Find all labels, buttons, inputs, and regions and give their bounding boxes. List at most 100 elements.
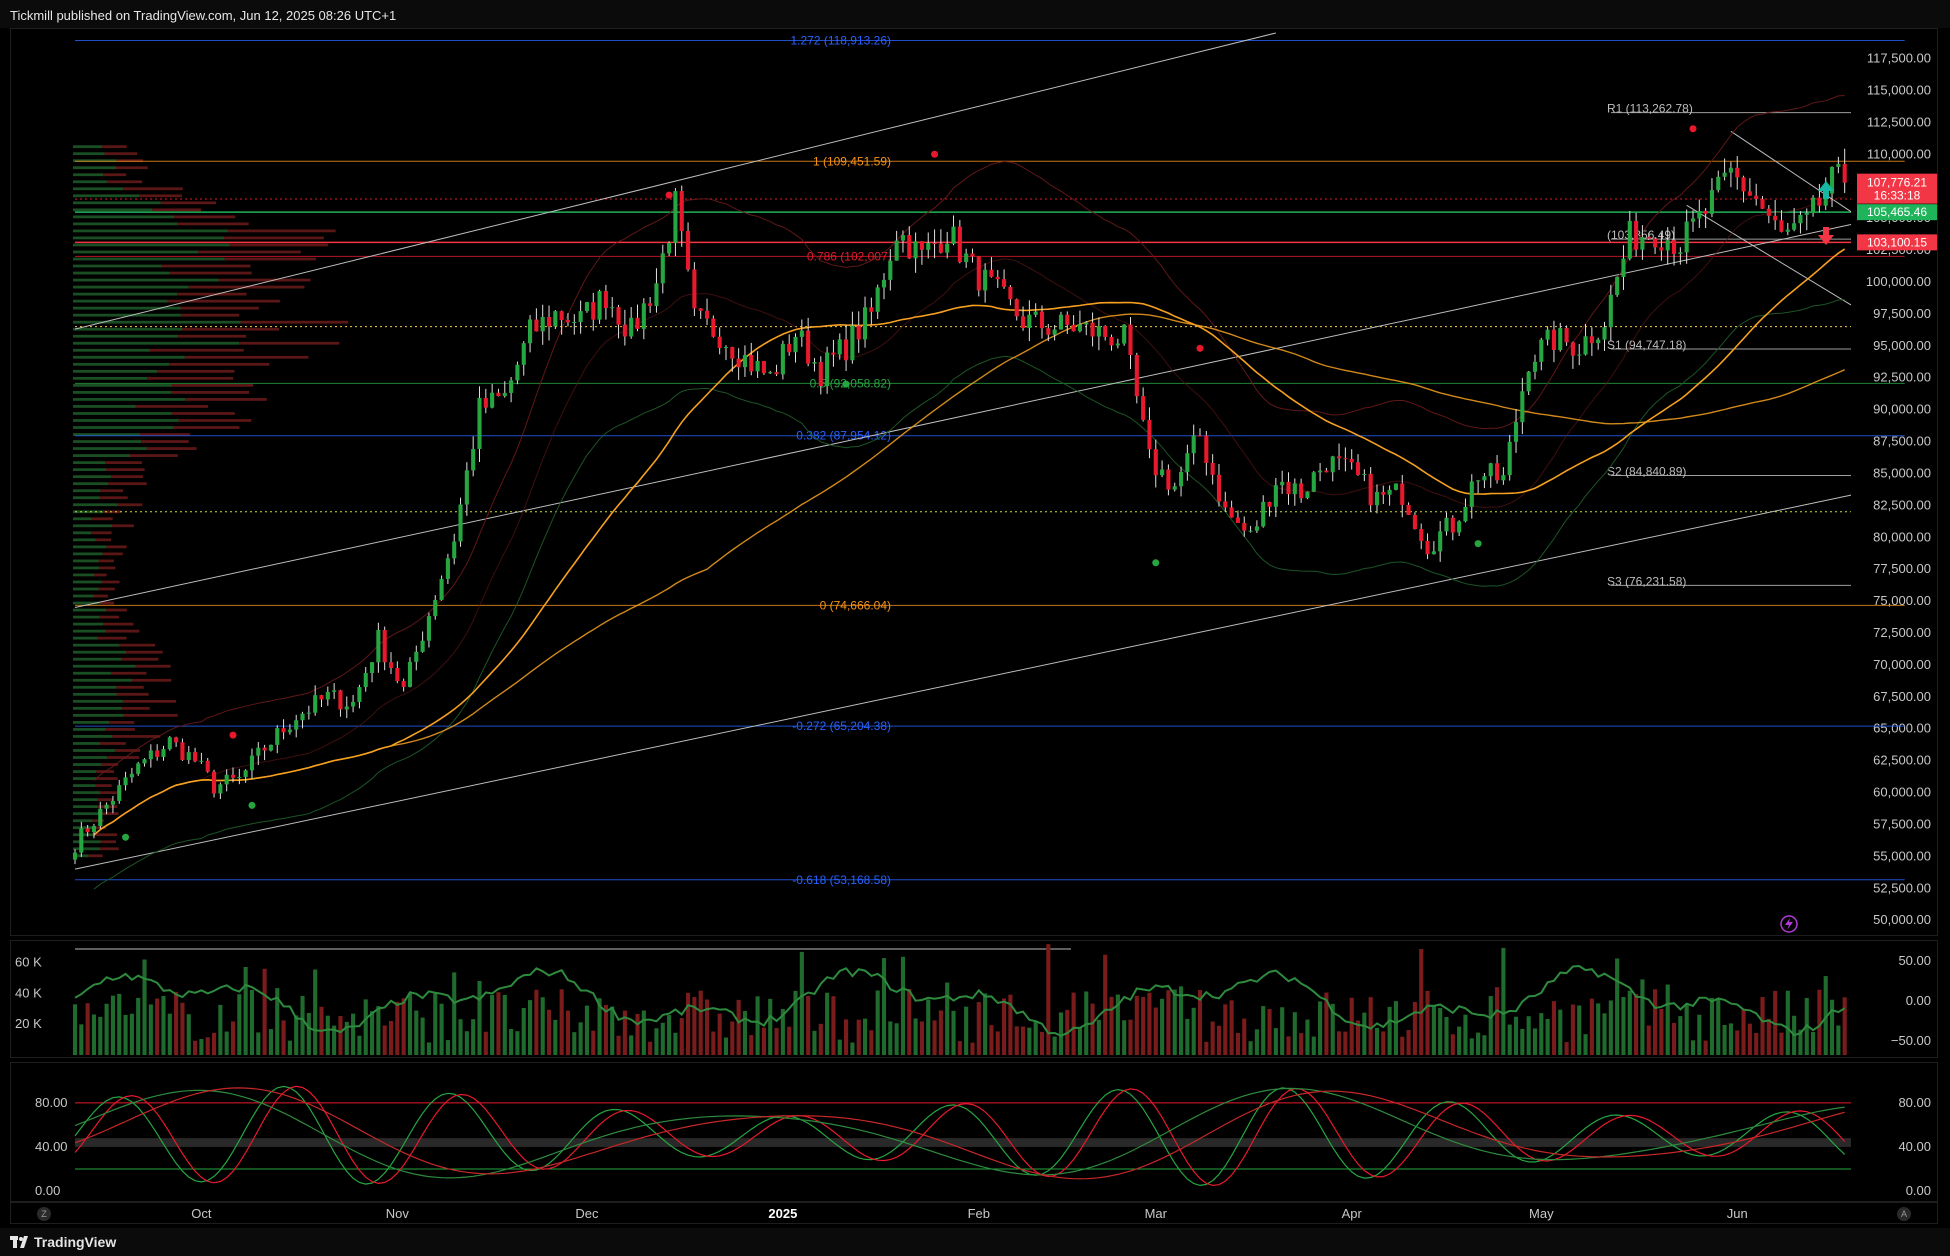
candle-body[interactable] (1122, 324, 1127, 344)
candle-body[interactable] (1355, 462, 1361, 475)
volume-bar[interactable] (629, 1035, 634, 1055)
candle-body[interactable] (692, 269, 697, 309)
volume-bar[interactable] (881, 958, 887, 1055)
candle-body[interactable] (1349, 458, 1354, 463)
volume-bar[interactable] (1716, 998, 1721, 1055)
candle-body[interactable] (1210, 462, 1215, 475)
price-chart[interactable]: 50,000.00 52,500.00 55,000.00 57,500.00 60,0… (11, 29, 1939, 937)
candle-body[interactable] (1305, 491, 1310, 499)
volume-bar[interactable] (1077, 1027, 1082, 1055)
volume-bar[interactable] (534, 989, 539, 1055)
candle-body[interactable] (1526, 371, 1531, 392)
volume-bar[interactable] (1728, 1023, 1733, 1055)
candle-body[interactable] (1779, 220, 1784, 232)
candle-body[interactable] (1058, 314, 1064, 330)
volume-bar[interactable] (1709, 997, 1715, 1055)
volume-bar[interactable] (1438, 1008, 1443, 1055)
candle-body[interactable] (85, 828, 90, 833)
volume-bar[interactable] (1425, 990, 1430, 1055)
volume-bar[interactable] (110, 995, 115, 1055)
volume-bar[interactable] (951, 1010, 956, 1055)
candle-body[interactable] (717, 336, 722, 348)
volume-bar[interactable] (1204, 1041, 1209, 1055)
candle-body[interactable] (1792, 223, 1797, 230)
candle-body[interactable] (1646, 236, 1651, 239)
candle-body[interactable] (433, 599, 438, 617)
candle-body[interactable] (1545, 329, 1550, 340)
volume-bar[interactable] (1621, 997, 1626, 1055)
volume-bar[interactable] (85, 1003, 90, 1055)
volume-bar[interactable] (1014, 1026, 1019, 1055)
volume-bar[interactable] (995, 1031, 1000, 1055)
volume-bar[interactable] (799, 951, 804, 1055)
candle-body[interactable] (1128, 324, 1133, 356)
candle-body[interactable] (774, 372, 779, 375)
volume-bar[interactable] (1450, 1034, 1455, 1055)
volume-bar[interactable] (521, 1007, 526, 1055)
candle-body[interactable] (268, 744, 273, 751)
volume-bar[interactable] (1697, 1014, 1702, 1055)
candle-body[interactable] (1577, 354, 1582, 356)
candle-body[interactable] (1109, 336, 1114, 346)
candle-body[interactable] (1501, 475, 1506, 481)
volume-bar[interactable] (1785, 990, 1790, 1055)
volume-bar[interactable] (1046, 944, 1051, 1055)
volume-bar[interactable] (1002, 998, 1007, 1055)
volume-bar[interactable] (1570, 1004, 1575, 1055)
volume-bar[interactable] (376, 1006, 381, 1055)
volume-bar[interactable] (983, 993, 988, 1055)
candle-body[interactable] (1343, 458, 1348, 460)
candle-body[interactable] (148, 750, 153, 760)
candle-body[interactable] (98, 808, 103, 826)
pivot-dot[interactable] (229, 731, 237, 739)
candle-body[interactable] (1457, 521, 1462, 533)
candle-body[interactable] (635, 317, 640, 329)
volume-bar[interactable] (1501, 947, 1506, 1055)
volume-bar[interactable] (565, 1010, 571, 1055)
candle-body[interactable] (938, 243, 943, 253)
stochastic-chart[interactable]: 80.00 80.00 40.00 40.00 0.00 0.00 (11, 1063, 1939, 1203)
candle-body[interactable] (1318, 470, 1323, 473)
candle-body[interactable] (1014, 299, 1019, 317)
volume-bar[interactable] (1273, 1028, 1278, 1055)
candle-body[interactable] (1488, 463, 1493, 477)
candle-body[interactable] (742, 355, 748, 368)
volume-bar[interactable] (1020, 1026, 1026, 1055)
volume-bar[interactable] (749, 1035, 754, 1055)
volume-bar[interactable] (338, 1015, 343, 1055)
candle-body[interactable] (237, 777, 242, 779)
volume-bar[interactable] (1134, 995, 1139, 1055)
volume-bar[interactable] (382, 1025, 387, 1055)
candle-body[interactable] (332, 690, 337, 692)
moving-average-100[interactable] (93, 313, 1845, 836)
volume-bar[interactable] (1766, 1018, 1771, 1055)
candle-body[interactable] (79, 828, 84, 853)
candle-body[interactable] (989, 269, 994, 277)
pivot-dot[interactable] (665, 191, 673, 199)
candle-body[interactable] (249, 755, 255, 771)
volume-bar[interactable] (1210, 1021, 1215, 1055)
candle-body[interactable] (1773, 215, 1778, 221)
candle-body[interactable] (1754, 195, 1759, 200)
candle-body[interactable] (667, 242, 672, 254)
candle-body[interactable] (1735, 167, 1740, 178)
volume-bar[interactable] (736, 999, 741, 1055)
volume-bar[interactable] (1147, 992, 1152, 1055)
candle-body[interactable] (1387, 489, 1392, 495)
volume-bar[interactable] (553, 1019, 558, 1055)
candle-body[interactable] (1551, 329, 1557, 350)
volume-bar[interactable] (888, 1021, 893, 1055)
pivot-dot[interactable] (1196, 344, 1204, 352)
candle-body[interactable] (1337, 456, 1342, 459)
volume-bar[interactable] (262, 968, 267, 1055)
candle-body[interactable] (186, 752, 191, 761)
volume-bar[interactable] (91, 1014, 97, 1055)
volume-bar[interactable] (1602, 1013, 1607, 1055)
volume-bar[interactable] (1444, 1017, 1449, 1055)
candle-body[interactable] (806, 330, 811, 364)
candle-body[interactable] (1728, 167, 1733, 173)
candle-body[interactable] (110, 800, 115, 805)
volume-bar[interactable] (913, 1018, 918, 1055)
candle-body[interactable] (142, 759, 147, 764)
volume-bar[interactable] (1577, 1005, 1582, 1055)
